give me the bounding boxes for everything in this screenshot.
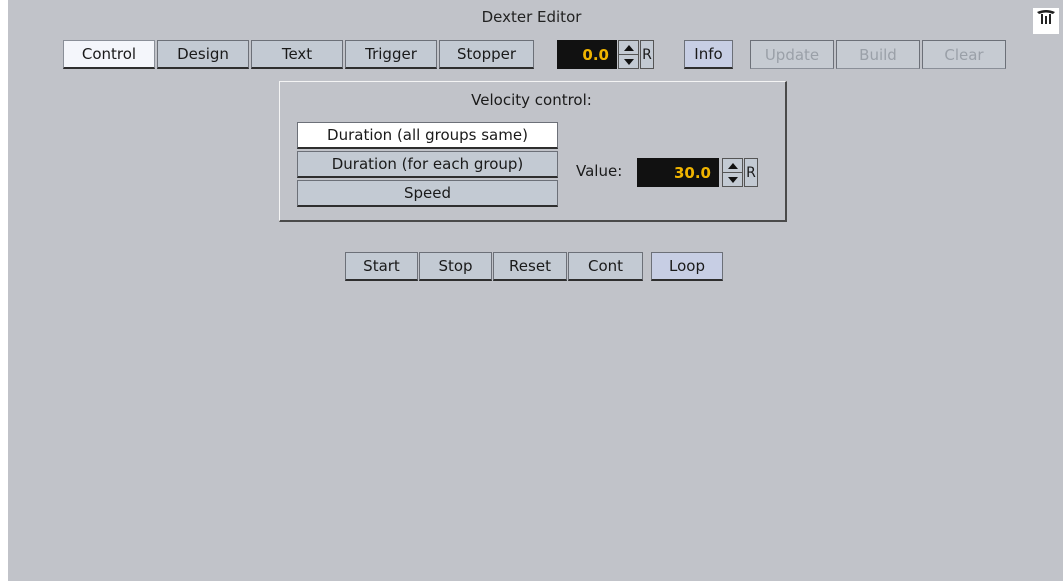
time-spinner[interactable] [618,40,639,69]
velocity-title: Velocity control: [471,91,592,109]
value-label: Value: [576,162,623,180]
time-value-field[interactable]: 0.0 [557,40,617,69]
arrow-down-icon[interactable] [723,173,742,186]
velocity-value-field[interactable]: 30.0 [637,158,719,187]
tab-design[interactable]: Design [157,40,249,69]
arrow-down-icon[interactable] [619,55,638,68]
tab-trigger[interactable]: Trigger [345,40,437,69]
arrow-up-icon[interactable] [619,41,638,55]
reset-button[interactable]: Reset [493,252,567,281]
clear-button[interactable]: Clear [922,40,1006,69]
window-title: Dexter Editor [481,8,582,26]
tab-control[interactable]: Control [63,40,155,69]
tab-text[interactable]: Text [251,40,343,69]
stop-button[interactable]: Stop [419,252,492,281]
build-button[interactable]: Build [836,40,920,69]
velocity-reset-button[interactable]: R [744,158,758,187]
loop-button[interactable]: Loop [651,252,723,281]
velocity-spinner[interactable] [722,158,743,187]
start-button[interactable]: Start [345,252,418,281]
update-button[interactable]: Update [750,40,834,69]
tab-stopper[interactable]: Stopper [439,40,534,69]
option-speed[interactable]: Speed [297,180,558,207]
option-duration-each-group[interactable]: Duration (for each group) [297,151,558,178]
pin-icon[interactable] [1033,8,1059,34]
cont-button[interactable]: Cont [568,252,643,281]
option-duration-all-groups[interactable]: Duration (all groups same) [297,122,558,149]
arrow-up-icon[interactable] [723,159,742,173]
info-button[interactable]: Info [684,40,733,69]
time-reset-button[interactable]: R [640,40,654,69]
